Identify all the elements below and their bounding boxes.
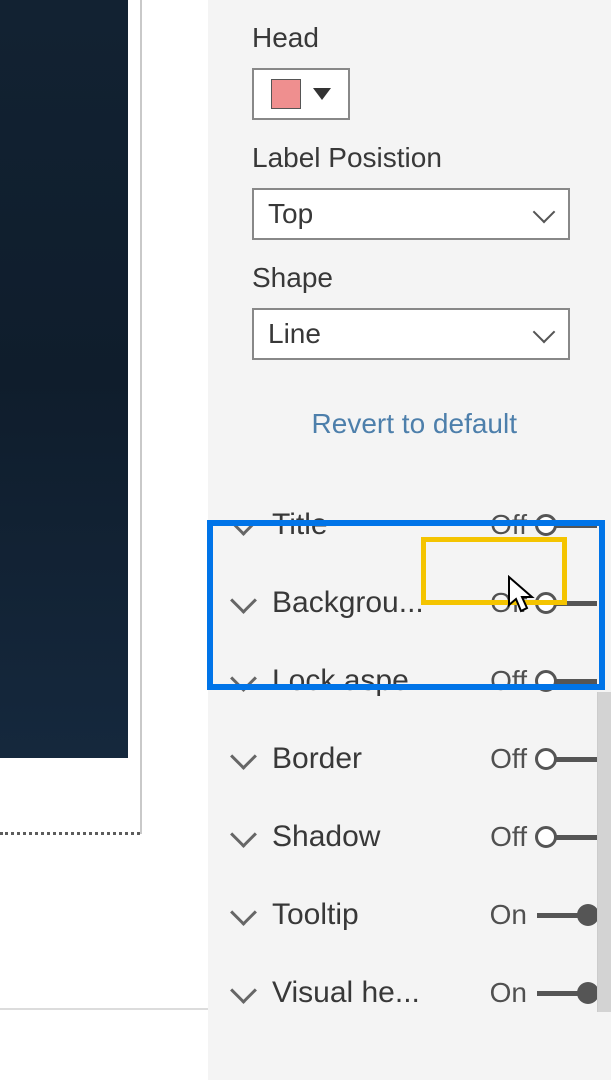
scrollbar[interactable] [597, 692, 611, 1012]
chevron-down-icon [230, 825, 254, 849]
toggle-state-text: Off [490, 509, 527, 541]
toggle-switch[interactable] [537, 748, 597, 770]
option-label: Shadow [272, 820, 442, 854]
head-field: Head [252, 22, 567, 120]
option-row[interactable]: Border Off [208, 720, 611, 798]
formatting-pane: Head Label Posistion Top Shape Line Reve… [208, 0, 611, 1080]
visual-thumbnail[interactable] [0, 0, 128, 758]
shape-dropdown[interactable]: Line [252, 308, 570, 360]
toggle-state-text: Off [490, 665, 527, 697]
canvas-page-boundary [0, 832, 140, 835]
label-position-label: Label Posistion [252, 142, 567, 174]
toggle-switch[interactable] [537, 592, 597, 614]
revert-to-default-link[interactable]: Revert to default [252, 408, 567, 440]
chevron-down-icon [534, 324, 554, 344]
toggle-state-text: Off [490, 743, 527, 775]
toggle-state-text: Off [490, 821, 527, 853]
toggle-switch[interactable] [537, 826, 597, 848]
option-label: Visual he... [272, 976, 442, 1010]
shape-label: Shape [252, 262, 567, 294]
option-row[interactable]: Tooltip On [208, 876, 611, 954]
option-label: Title [272, 508, 442, 542]
shape-section: Head Label Posistion Top Shape Line Reve… [208, 22, 611, 460]
shape-value: Line [268, 318, 321, 350]
color-swatch [271, 79, 301, 109]
chevron-down-icon [230, 747, 254, 771]
toggle-wrap: On [490, 977, 597, 1009]
caret-down-icon [313, 88, 331, 100]
canvas-border [140, 0, 142, 834]
label-position-dropdown[interactable]: Top [252, 188, 570, 240]
chevron-down-icon [230, 591, 254, 615]
head-color-dropdown[interactable] [252, 68, 350, 120]
head-label: Head [252, 22, 567, 54]
option-label: Backgrou... [272, 586, 442, 620]
option-row[interactable]: Shadow Off [208, 798, 611, 876]
format-options-list: TitleOffBackgrou...OffLock aspe...OffBor… [208, 486, 611, 1032]
toggle-switch[interactable] [537, 670, 597, 692]
chevron-down-icon [230, 981, 254, 1005]
chevron-down-icon [230, 903, 254, 927]
option-row[interactable]: Lock aspe... Off [208, 642, 611, 720]
option-row[interactable]: Title Off [208, 486, 611, 564]
option-row[interactable]: Backgrou... Off [208, 564, 611, 642]
toggle-state-text: On [490, 977, 527, 1009]
option-row[interactable]: Visual he... On [208, 954, 611, 1032]
report-canvas-sliver [0, 0, 145, 1008]
chevron-down-icon [230, 669, 254, 693]
chevron-down-icon [534, 204, 554, 224]
label-position-field: Label Posistion Top [252, 142, 567, 240]
toggle-wrap: Off [490, 821, 597, 853]
toggle-wrap: On [490, 899, 597, 931]
toggle-switch[interactable] [537, 904, 597, 926]
shape-field: Shape Line [252, 262, 567, 360]
option-label: Tooltip [272, 898, 442, 932]
toggle-state-text: Off [490, 587, 527, 619]
option-label: Lock aspe... [272, 664, 442, 698]
label-position-value: Top [268, 198, 313, 230]
option-label: Border [272, 742, 442, 776]
toggle-state-text: On [490, 899, 527, 931]
chevron-down-icon [230, 513, 254, 537]
toggle-wrap: Off [490, 509, 597, 541]
toggle-switch[interactable] [537, 982, 597, 1004]
toggle-wrap: Off [490, 665, 597, 697]
toggle-wrap: Off [490, 743, 597, 775]
toggle-wrap: Off [490, 587, 597, 619]
toggle-switch[interactable] [537, 514, 597, 536]
